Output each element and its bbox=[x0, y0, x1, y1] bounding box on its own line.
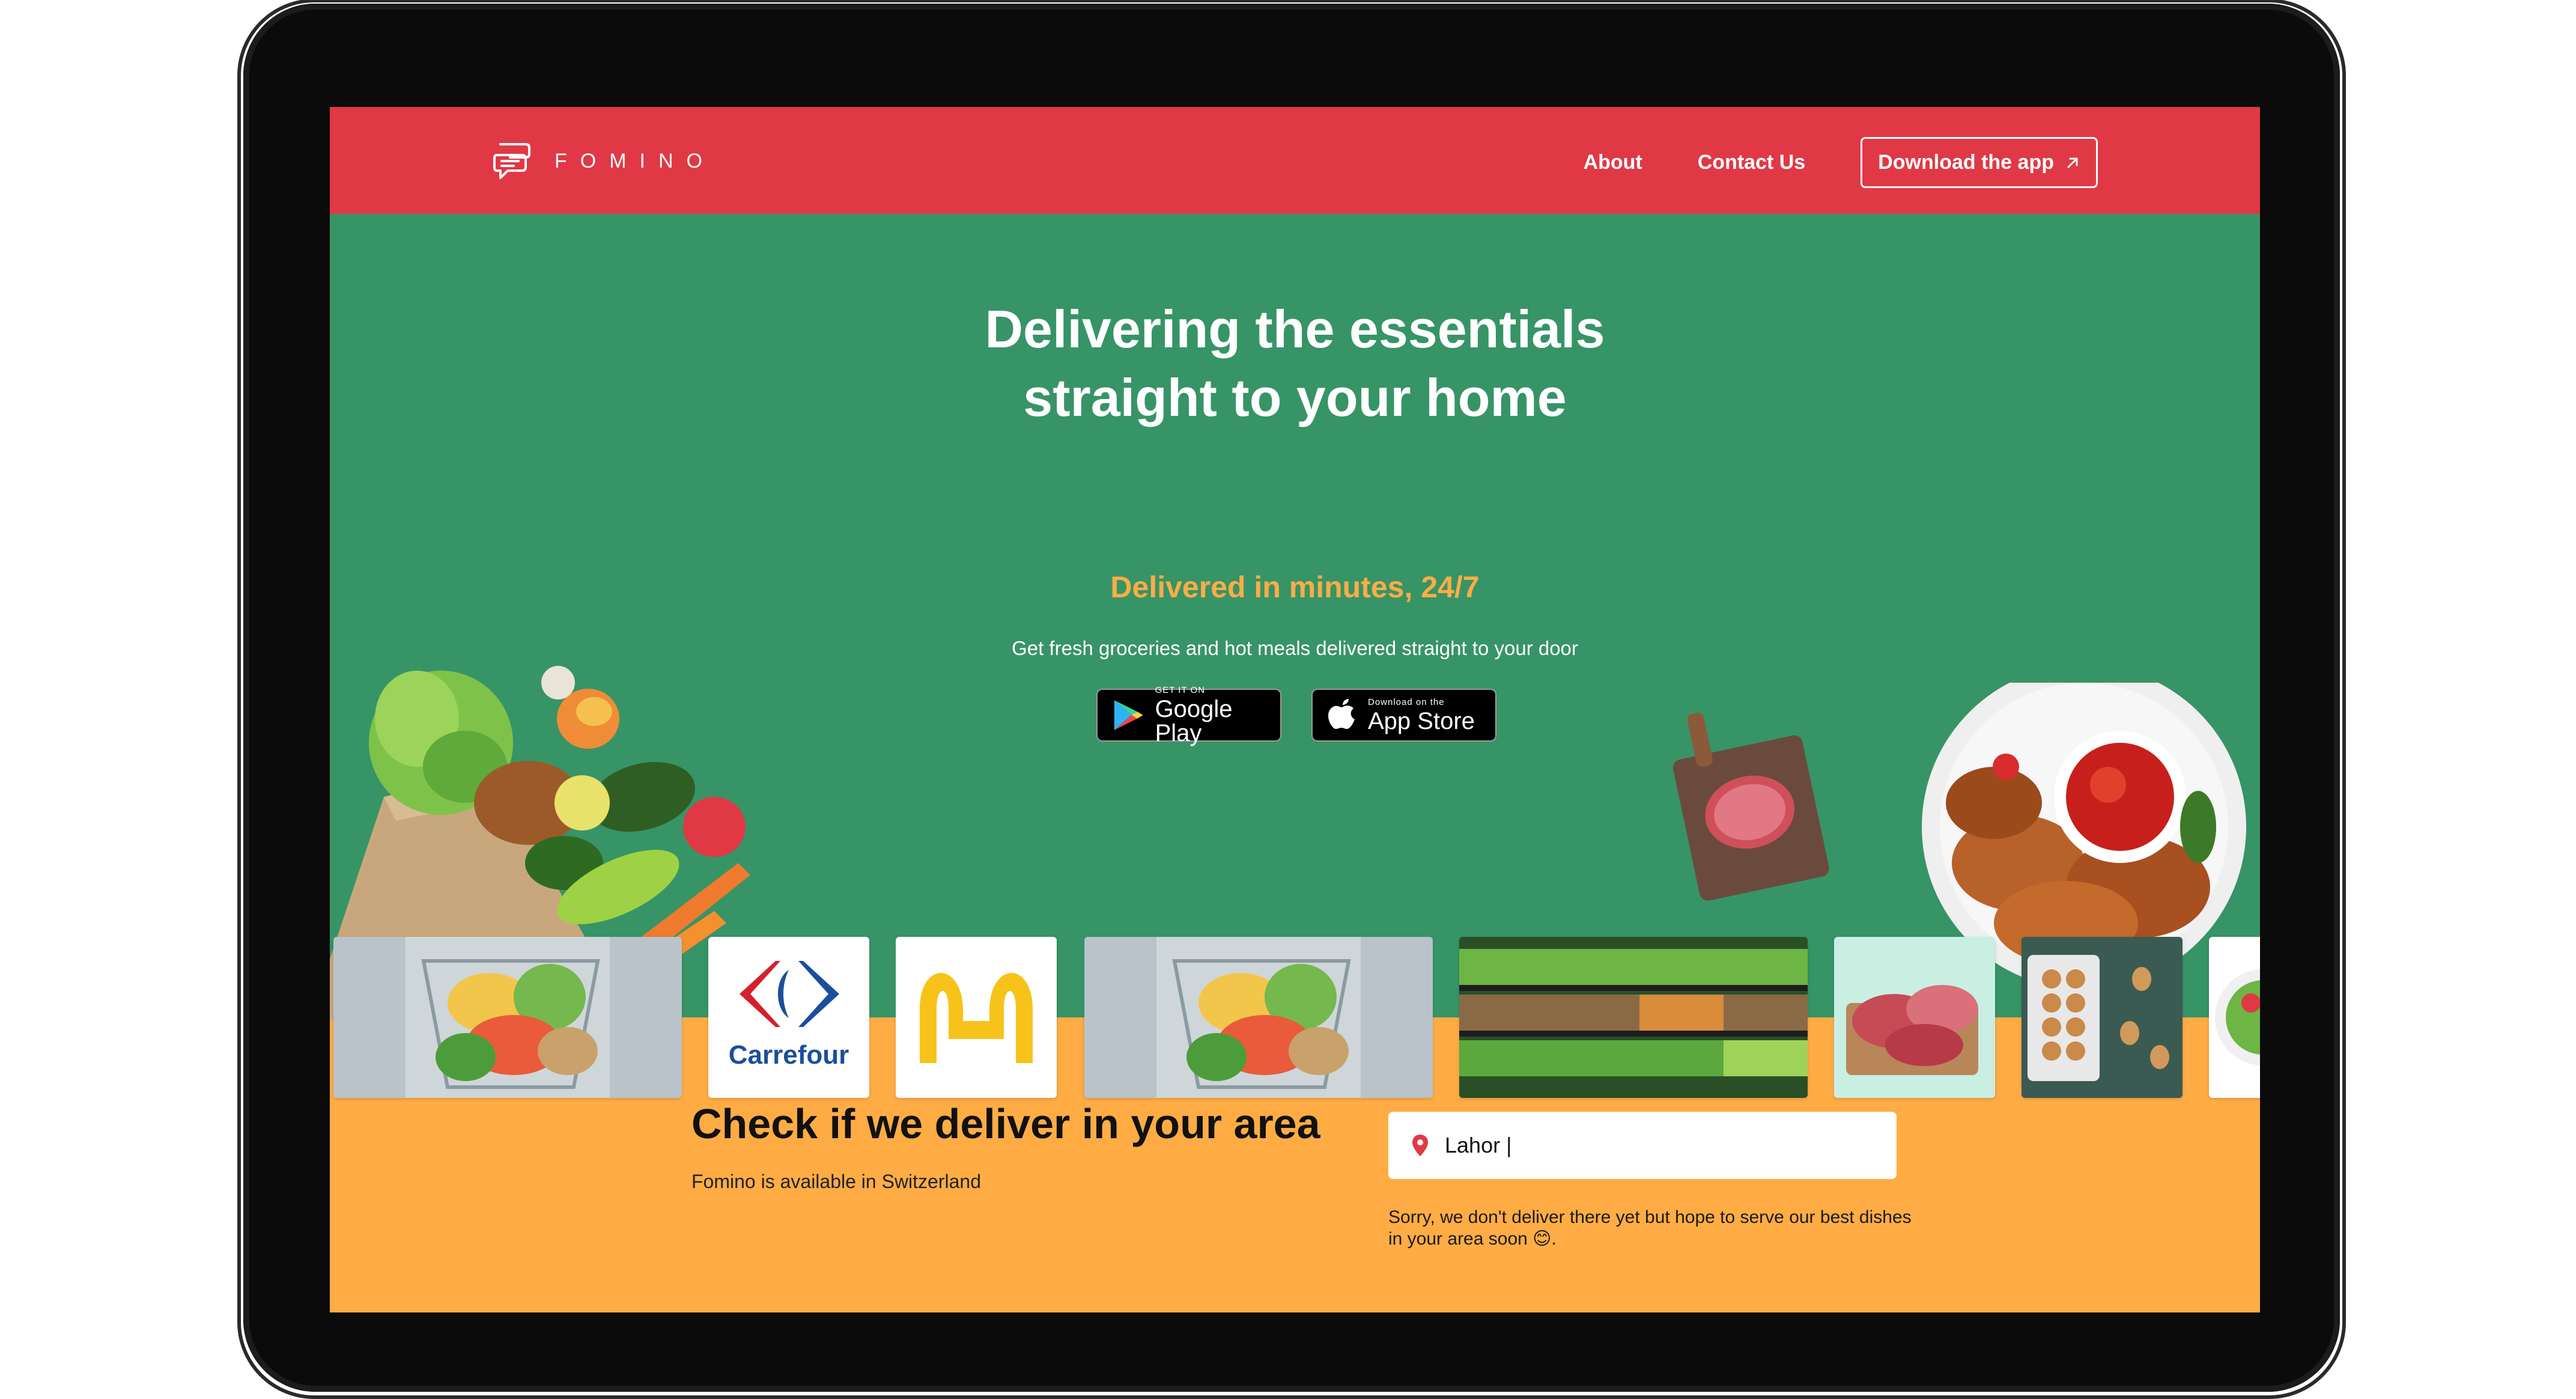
google-play-button[interactable]: GET IT ON Google Play bbox=[1096, 684, 1281, 746]
website-screen: FOMINO About Contact Us Download the app… bbox=[330, 107, 2260, 1312]
hero-section: Delivering the essentials straight to yo… bbox=[330, 214, 2260, 1098]
shopping-cart-tile-2 bbox=[1084, 937, 1433, 1098]
app-store-big-text: App Store bbox=[1368, 707, 1475, 734]
produce-aisle-image bbox=[1459, 937, 1808, 1098]
google-play-big-text: Google Play bbox=[1155, 695, 1233, 746]
eggs-tile bbox=[2022, 937, 2183, 1098]
hero-title: Delivering the essentials straight to yo… bbox=[330, 295, 2260, 432]
app-store-button[interactable]: Download on the App Store bbox=[1311, 689, 1496, 742]
meat-cuts-image bbox=[1846, 985, 1978, 1075]
location-search-input[interactable]: Lahor | bbox=[1388, 1112, 1897, 1179]
arrow-up-right-icon bbox=[2067, 157, 2078, 168]
google-play-small-text: GET IT ON bbox=[1155, 684, 1206, 695]
download-app-label: Download the app bbox=[1878, 151, 2054, 174]
chat-bubble-logo-icon bbox=[493, 143, 530, 179]
nav-contact-link[interactable]: Contact Us bbox=[1698, 151, 1805, 174]
salad-tile bbox=[2209, 937, 2260, 1098]
hero-title-line-1: Delivering the essentials bbox=[985, 299, 1605, 359]
salad-bowl-image bbox=[2215, 969, 2260, 1065]
location-pin-icon bbox=[1412, 1135, 1428, 1156]
mcdonalds-tile[interactable] bbox=[896, 937, 1057, 1098]
meat-tile bbox=[1834, 937, 1995, 1098]
app-store-small-text: Download on the bbox=[1368, 696, 1445, 707]
google-play-icon bbox=[1114, 700, 1143, 730]
produce-aisle-tile bbox=[1459, 937, 1808, 1098]
location-input-value: Lahor | bbox=[1445, 1133, 1512, 1157]
hero-title-line-2: straight to your home bbox=[1023, 368, 1567, 427]
main-nav: About Contact Us Download the app bbox=[1584, 137, 2098, 188]
eggs-image bbox=[2028, 955, 2169, 1081]
download-app-button[interactable]: Download the app bbox=[1861, 137, 2098, 188]
area-check-title: Check if we deliver in your area bbox=[691, 1100, 1320, 1147]
nav-about-link[interactable]: About bbox=[1584, 151, 1642, 174]
shopping-cart-image-2 bbox=[1084, 937, 1433, 1098]
shopping-cart-image bbox=[333, 937, 682, 1098]
golden-arches-icon bbox=[920, 973, 1033, 1063]
app-store-buttons: GET IT ON Google Play Download on the Ap… bbox=[1096, 684, 1496, 746]
shopping-cart-tile bbox=[333, 937, 682, 1098]
hero-subtitle: Delivered in minutes, 24/7 bbox=[1110, 570, 1480, 604]
carrefour-label: Carrefour bbox=[728, 1040, 849, 1070]
carrefour-tile[interactable]: Carrefour bbox=[708, 937, 869, 1098]
brand-logo[interactable]: FOMINO bbox=[492, 141, 715, 181]
apple-icon bbox=[1328, 699, 1355, 729]
brand-name: FOMINO bbox=[554, 149, 715, 172]
delivery-unavailable-message: Sorry, we don't deliver there yet but ho… bbox=[1388, 1207, 1912, 1249]
partner-tiles-strip: Carrefour bbox=[330, 937, 2260, 1099]
site-header: FOMINO About Contact Us Download the app bbox=[330, 107, 2260, 214]
area-check-subtitle: Fomino is available in Switzerland bbox=[691, 1171, 981, 1192]
carrefour-logo-icon bbox=[740, 961, 839, 1027]
